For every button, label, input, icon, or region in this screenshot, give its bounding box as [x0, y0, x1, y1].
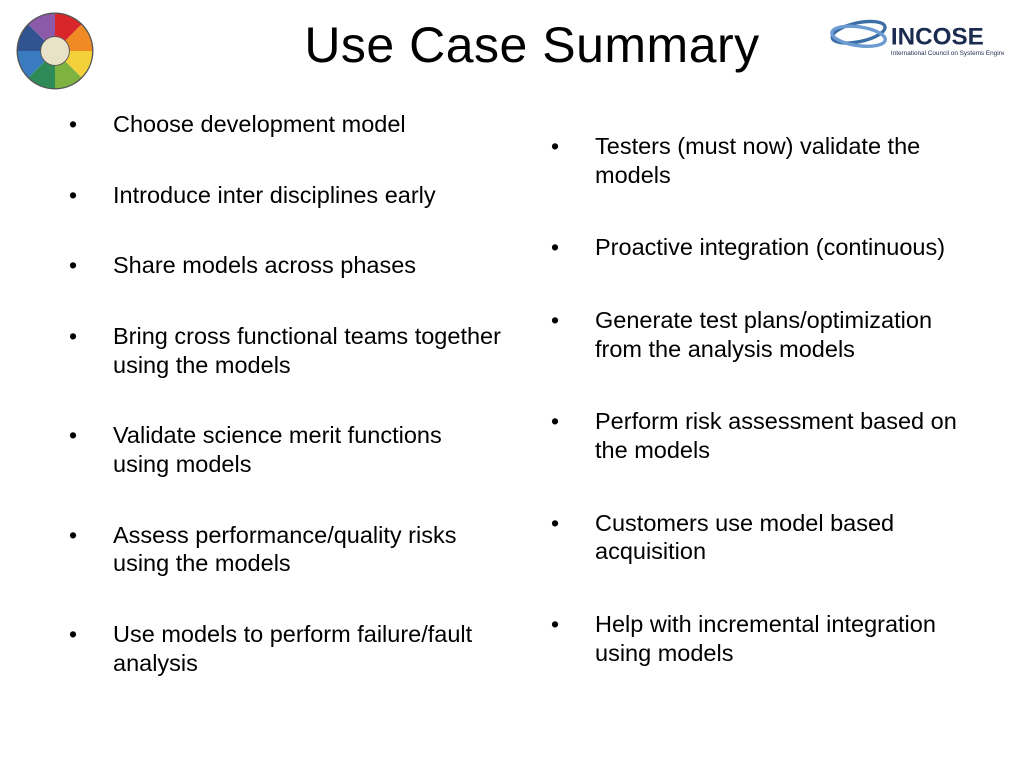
- list-item: Perform risk assessment based on the mod…: [537, 407, 984, 464]
- list-item: Use models to perform failure/fault anal…: [55, 620, 502, 677]
- list-item: Proactive integration (continuous): [537, 233, 984, 262]
- list-item: Bring cross functional teams together us…: [55, 322, 502, 379]
- list-item: Share models across phases: [55, 251, 502, 280]
- list-item: Introduce inter disciplines early: [55, 181, 502, 210]
- incose-logo: INCOSE International Council on Systems …: [829, 8, 1004, 78]
- slide-body: Choose development model Introduce inter…: [0, 110, 1024, 768]
- list-item: Testers (must now) validate the models: [537, 132, 984, 189]
- slide-header: Use Case Summary INCOSE International Co…: [0, 0, 1024, 95]
- list-item: Validate science merit functions using m…: [55, 421, 502, 478]
- list-item: Customers use model based acquisition: [537, 509, 984, 566]
- left-bullet-list: Choose development model Introduce inter…: [55, 110, 502, 677]
- list-item: Generate test plans/optimization from th…: [537, 306, 984, 363]
- logo-subtext: International Council on Systems Enginee…: [891, 50, 1004, 57]
- list-item: Assess performance/quality risks using t…: [55, 521, 502, 578]
- list-item: Choose development model: [55, 110, 502, 139]
- right-bullet-list: Testers (must now) validate the models P…: [537, 132, 984, 667]
- right-column: Testers (must now) validate the models P…: [512, 110, 1024, 768]
- list-item: Help with incremental integration using …: [537, 610, 984, 667]
- logo-text: INCOSE: [891, 23, 984, 50]
- slide: Use Case Summary INCOSE International Co…: [0, 0, 1024, 768]
- left-column: Choose development model Introduce inter…: [0, 110, 512, 768]
